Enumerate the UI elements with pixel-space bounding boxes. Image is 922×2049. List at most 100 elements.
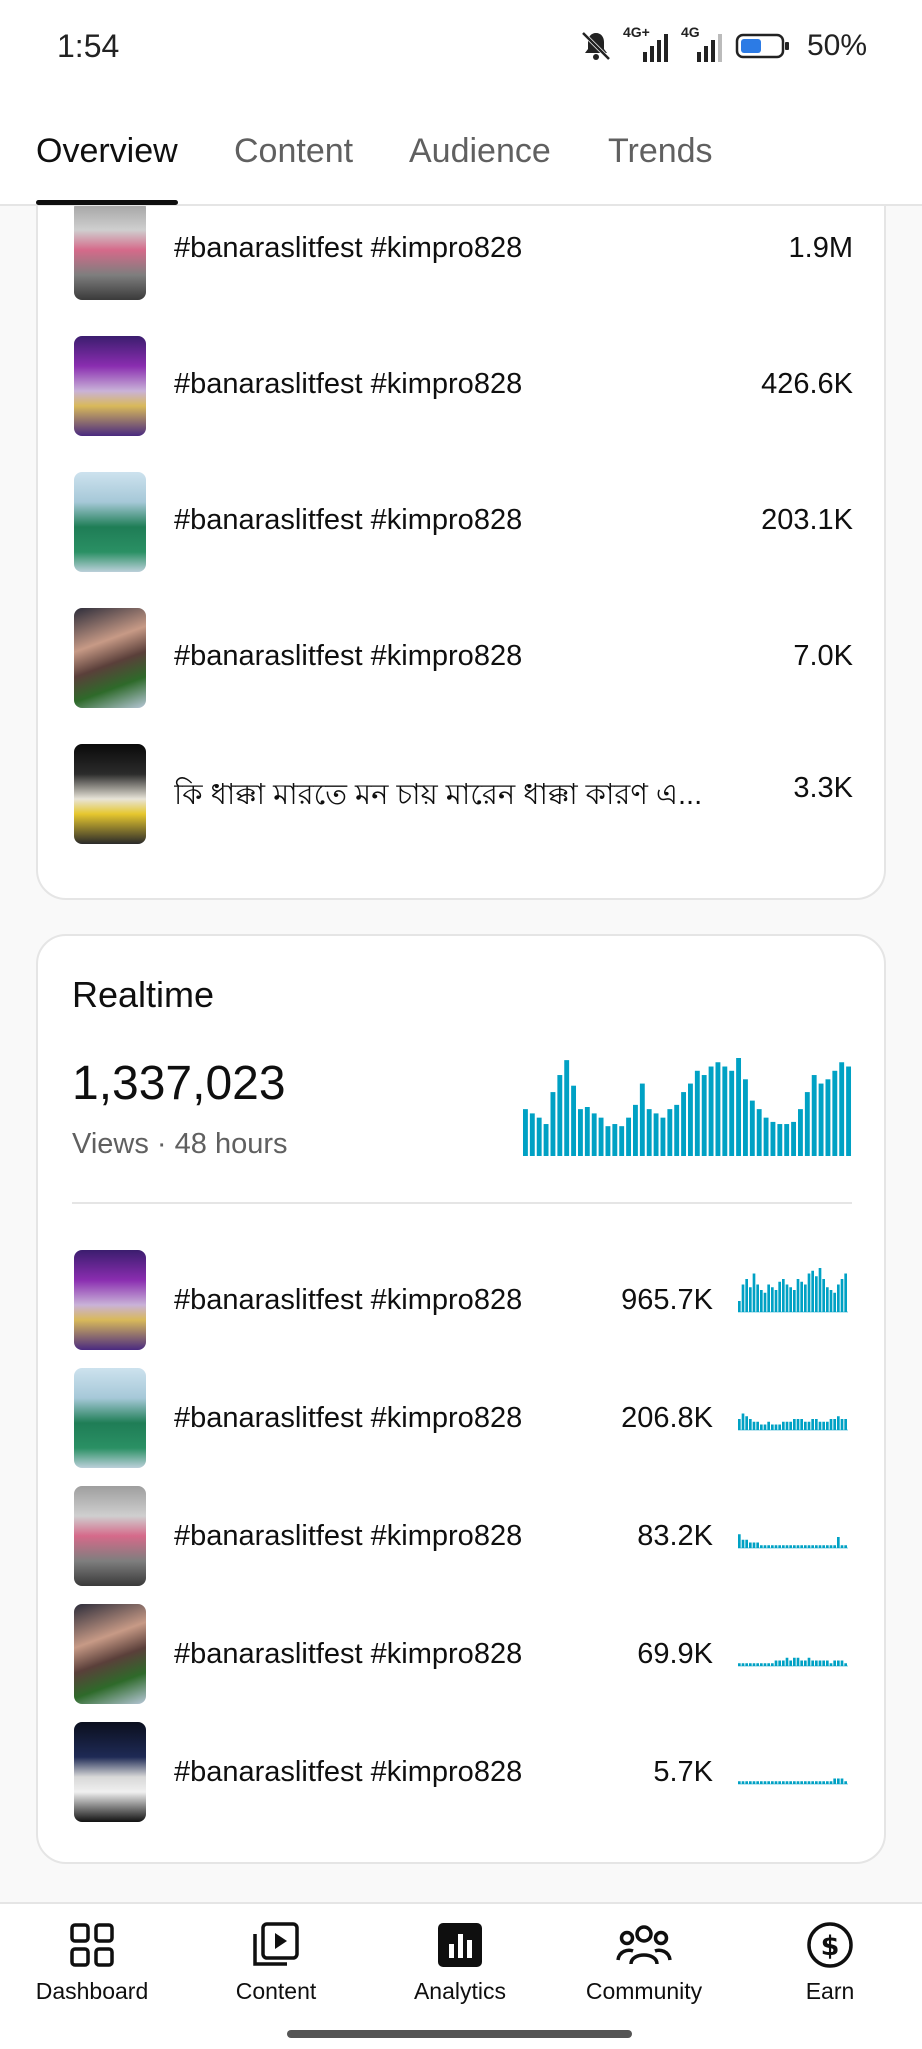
sparkline-bar: [822, 1279, 825, 1312]
community-icon: [616, 1925, 672, 1965]
chart-bar: [660, 1117, 666, 1156]
battery-percent: 50%: [806, 29, 867, 62]
signal-bars-icon: [642, 34, 668, 62]
table-row[interactable]: #banaraslitfest #kimpro828 206.8K: [38, 1368, 888, 1468]
table-row[interactable]: #banaraslitfest #kimpro828 5.7K: [38, 1722, 888, 1822]
chart-bar: [708, 1066, 714, 1156]
sparkline-bar: [793, 1657, 796, 1666]
chart-bar: [523, 1109, 528, 1156]
realtime-views-count: 1,337,023: [72, 1057, 286, 1110]
list-item[interactable]: #banaraslitfest #kimpro828 203.1K: [38, 472, 888, 572]
sparkline-bar: [815, 1660, 818, 1666]
bell-muted-icon: [581, 31, 611, 61]
chart-bar: [612, 1124, 618, 1156]
sparkline-bar: [785, 1657, 789, 1666]
scroll-area[interactable]: #banaraslitfest #kimpro828 1.9M #banaras…: [0, 206, 922, 1902]
sparkline-bar: [804, 1421, 807, 1430]
chart-bar: [571, 1085, 577, 1156]
list-item[interactable]: #banaraslitfest #kimpro828 7.0K: [38, 608, 888, 708]
trend-sparkline: [738, 1534, 848, 1549]
sparkline-bar: [782, 1421, 785, 1430]
chart-bar: [839, 1062, 845, 1156]
chart-bar: [770, 1121, 776, 1156]
sparkline-bar: [840, 1419, 844, 1430]
sparkline-bar: [767, 1421, 770, 1430]
sparkline-bar: [796, 1657, 800, 1666]
sparkline-bar: [778, 1281, 781, 1312]
sparkline-bar: [840, 1279, 844, 1312]
sparkline-bar: [807, 1421, 811, 1430]
sparkline-bar: [774, 1660, 778, 1666]
sparkline-bar: [763, 1424, 767, 1430]
chart-bar: [694, 1070, 700, 1156]
sparkline-bar: [745, 1416, 748, 1430]
sparkline-bar: [767, 1284, 770, 1312]
realtime-card[interactable]: Realtime 1,337,023 Views · 48 hours #ban…: [36, 934, 886, 1864]
video-title: #banaraslitfest #kimpro828: [174, 1638, 523, 1670]
sparkline-bar: [811, 1419, 814, 1430]
chart-bar: [701, 1075, 707, 1156]
chart-bar: [564, 1060, 570, 1156]
chart-bar: [736, 1058, 742, 1156]
chart-bar: [743, 1079, 748, 1156]
sparkline-bar: [826, 1421, 829, 1430]
trend-sparkline: [738, 1657, 848, 1667]
sparkline-bar: [738, 1419, 741, 1430]
sparkline-bar: [760, 1290, 763, 1312]
chart-bar: [729, 1070, 735, 1156]
table-row[interactable]: #banaraslitfest #kimpro828 965.7K: [38, 1250, 888, 1350]
sparkline-bar: [785, 1421, 789, 1430]
video-thumbnail: [74, 1722, 146, 1822]
sparkline-bar: [815, 1276, 818, 1312]
nav-analytics[interactable]: Analytics: [368, 1914, 552, 2024]
sparkline-bar: [811, 1270, 814, 1312]
sparkline-bar: [815, 1419, 818, 1430]
table-row[interactable]: #banaraslitfest #kimpro828 83.2K: [38, 1486, 888, 1586]
video-title: #banaraslitfest #kimpro828: [174, 1520, 523, 1552]
sparkline-bar: [763, 1292, 767, 1312]
tab-audience[interactable]: Audience: [409, 132, 551, 171]
sparkline-bar: [774, 1424, 778, 1430]
table-row[interactable]: #banaraslitfest #kimpro828 69.9K: [38, 1604, 888, 1704]
list-item[interactable]: #banaraslitfest #kimpro828 426.6K: [38, 336, 888, 436]
sparkline-bar: [826, 1287, 829, 1312]
sparkline-bar: [778, 1424, 781, 1430]
sparkline-bar: [793, 1290, 796, 1312]
sparkline-bar: [789, 1421, 792, 1430]
chart-bar: [646, 1109, 652, 1156]
sparkline-bar: [741, 1413, 745, 1430]
sparkline-bar: [807, 1273, 811, 1312]
video-title: #banaraslitfest #kimpro828: [174, 232, 523, 264]
realtime-bar-chart: [523, 1058, 852, 1156]
chart-bar: [529, 1113, 535, 1156]
chart-bar: [722, 1066, 728, 1156]
tab-trends[interactable]: Trends: [608, 132, 713, 171]
home-indicator[interactable]: [287, 2030, 632, 2038]
video-thumbnail: [74, 472, 146, 572]
chart-bar: [749, 1100, 755, 1156]
list-item[interactable]: #banaraslitfest #kimpro828 1.9M: [38, 206, 888, 300]
list-item[interactable]: কি ধাক্কা মারতে মন চায় মারেন ধাক্কা কার…: [38, 744, 888, 844]
nav-content[interactable]: Content: [184, 1914, 368, 2024]
sparkline-bar: [789, 1287, 792, 1312]
video-views: 426.6K: [761, 368, 853, 400]
tab-content[interactable]: Content: [234, 132, 353, 171]
chart-bar: [763, 1117, 769, 1156]
sparkline-bar: [833, 1292, 836, 1312]
nav-dashboard[interactable]: Dashboard: [0, 1914, 184, 2024]
separator-dot: ·: [156, 1128, 175, 1160]
sparkline-bar: [796, 1419, 800, 1430]
nav-label: Dashboard: [35, 1978, 149, 2004]
sparkline-bar: [756, 1421, 759, 1430]
chart-bar: [688, 1083, 693, 1156]
tab-overview[interactable]: Overview: [36, 132, 178, 171]
sparkline-bar: [818, 1421, 822, 1430]
nav-community[interactable]: Community: [552, 1914, 736, 2024]
analytics-icon: [438, 1923, 482, 1967]
video-thumbnail: [74, 1486, 146, 1586]
nav-earn[interactable]: $ Earn: [738, 1914, 922, 2024]
sparkline-bar: [745, 1539, 748, 1548]
sparkline-bar: [804, 1284, 807, 1312]
video-views: 83.2K: [637, 1520, 713, 1552]
chart-bar: [674, 1104, 680, 1156]
